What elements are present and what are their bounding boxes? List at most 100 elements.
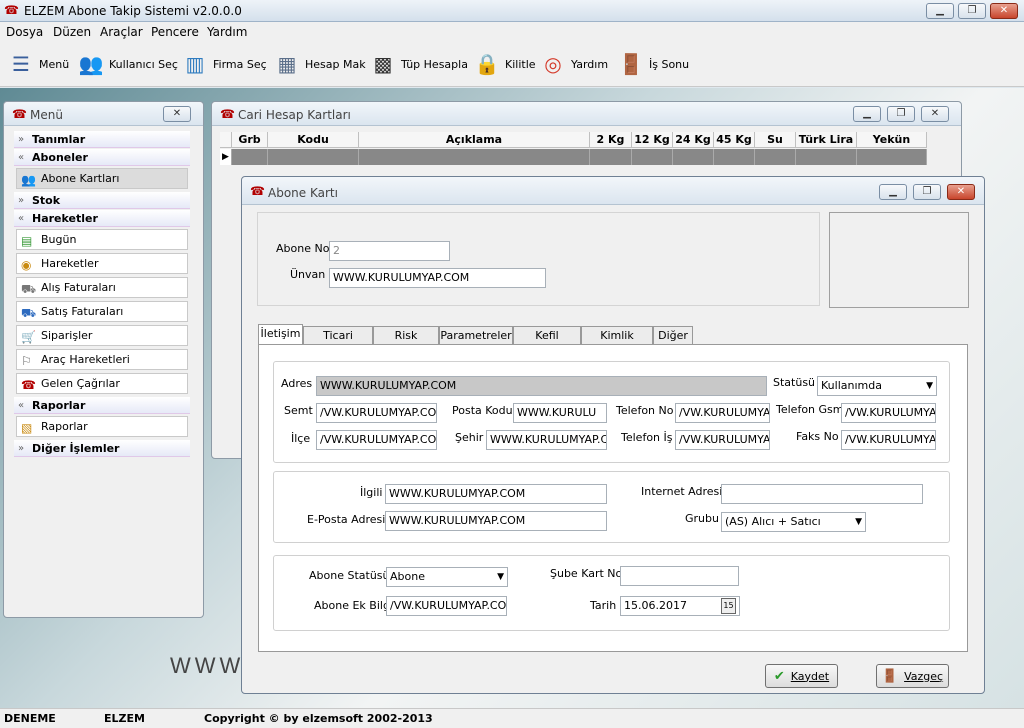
toolbar-menu-button[interactable]: ☰ Menü	[6, 47, 69, 81]
grubu-label: Grubu	[685, 512, 719, 525]
tab-kimlik-bilgileri[interactable]: Kimlik Bilgileri	[581, 326, 653, 359]
section-hareketler[interactable]: «Hareketler	[14, 210, 190, 227]
col-kodu[interactable]: Kodu	[268, 132, 359, 148]
toolbar-hesapmak-button[interactable]: ▦ Hesap Mak	[272, 47, 366, 81]
abone-statusu-select[interactable]: Abone ▼	[386, 567, 508, 587]
menu-item-arac-hareketleri[interactable]: ⚐ Araç Hareketleri	[16, 349, 188, 370]
exit-door-icon: 🚪	[881, 668, 899, 684]
abone-restore-button[interactable]: ❐	[913, 184, 941, 200]
menu-item-alis-faturalari[interactable]: ⛟ Alış Faturaları	[16, 277, 188, 298]
unvan-field[interactable]: WWW.KURULUMYAP.COM	[329, 268, 546, 288]
chart-icon: ▤	[21, 234, 33, 248]
eposta-field[interactable]: WWW.KURULUMYAP.COM	[385, 511, 607, 531]
telefon-gsm-field[interactable]: /VW.KURULUMYAP.	[841, 403, 936, 423]
tab-ticari-bilgiler[interactable]: Ticari Bilgiler	[303, 326, 373, 359]
posta-kodu-label: Posta Kodu	[452, 404, 513, 417]
tab-iletisim[interactable]: İletişim	[258, 324, 303, 345]
abone-dialog-title-bar: ☎ Abone Kartı ▁ ❐ ✕	[242, 177, 984, 205]
col-su[interactable]: Su	[755, 132, 796, 148]
tab-parametreler[interactable]: Parametreler	[439, 326, 513, 344]
col-2kg[interactable]: 2 Kg	[590, 132, 632, 148]
section-stok[interactable]: » Stok	[14, 192, 190, 209]
buildings-icon: ▥	[185, 52, 205, 76]
menu-item-siparisler[interactable]: 🛒 Siparişler	[16, 325, 188, 346]
toolbar-kullanici-button[interactable]: 👥 Kullanıcı Seç	[76, 47, 178, 81]
ilce-field[interactable]: /VW.KURULUMYAP.COM	[316, 430, 437, 450]
tab-diger[interactable]: Diğer	[653, 326, 693, 344]
toolbar-issonu-button[interactable]: 🚪 İş Sonu	[616, 47, 690, 81]
menu-item-hareketler[interactable]: ◉ Hareketler	[16, 253, 188, 274]
cari-minimize-button[interactable]: ▁	[853, 106, 881, 122]
toolbar-kilitle-button[interactable]: 🔒 Kilitle	[472, 47, 536, 81]
status-user: DENEME	[4, 712, 56, 725]
toolbar-yardim-button[interactable]: ◎ Yardım	[538, 47, 608, 81]
adres-field[interactable]: WWW.KURULUMYAP.COM	[316, 376, 767, 396]
grubu-select[interactable]: (AS) Alıcı + Satıcı ▼	[721, 512, 866, 532]
col-24kg[interactable]: 24 Kg	[673, 132, 714, 148]
minimize-button[interactable]: ▁	[926, 3, 954, 19]
cari-close-button[interactable]: ✕	[921, 106, 949, 122]
app-title: ELZEM Abone Takip Sistemi v2.0.0.0	[24, 4, 242, 18]
tarih-field[interactable]: 15.06.2017 15	[620, 596, 740, 616]
ilgili-field[interactable]: WWW.KURULUMYAP.COM	[385, 484, 607, 504]
abone-ek-bilgi-field[interactable]: /VW.KURULUMYAP.COM	[386, 596, 507, 616]
posta-kodu-field[interactable]: WWW.KURULU	[513, 403, 607, 423]
photo-box[interactable]	[829, 212, 969, 308]
section-diger-islemler[interactable]: » Diğer İşlemler	[14, 440, 190, 457]
statusu-select[interactable]: Kullanımda ▼	[817, 376, 937, 396]
semt-field[interactable]: /VW.KURULUMYAP.COM	[316, 403, 437, 423]
telefon-is-field[interactable]: /VW.KURULUMYAP.	[675, 430, 770, 450]
menu-item-abone-kartlari[interactable]: 👥 Abone Kartları	[16, 168, 188, 189]
menu-yardim[interactable]: Yardım	[207, 25, 247, 39]
section-raporlar[interactable]: «Raporlar	[14, 397, 190, 414]
col-grb[interactable]: Grb	[232, 132, 268, 148]
toolbar: ☰ Menü 👥 Kullanıcı Seç ▥ Firma Seç ▦ Hes…	[0, 41, 1024, 87]
toolbar-firma-button[interactable]: ▥ Firma Seç	[180, 47, 267, 81]
tab-risk-bilgileri[interactable]: Risk Bilgileri	[373, 326, 439, 359]
menu-bar: Dosya Düzen Araçlar Pencere Yardım	[0, 22, 1024, 41]
col-yekun[interactable]: Yekün	[857, 132, 927, 148]
unvan-label: Ünvan	[290, 268, 326, 281]
menu-dosya[interactable]: Dosya	[6, 25, 43, 39]
status-copyright: Copyright © by elzemsoft 2002-2013	[204, 712, 433, 725]
abone-no-field[interactable]: 2	[329, 241, 450, 261]
tab-kefil-bilgileri[interactable]: Kefil Bilgileri	[513, 326, 581, 359]
menu-araclar[interactable]: Araçlar	[100, 25, 143, 39]
col-turk-lira[interactable]: Türk Lira	[796, 132, 857, 148]
menu-panel-close-button[interactable]: ✕	[163, 106, 191, 122]
table-row[interactable]: ▶	[220, 149, 927, 165]
menu-item-satis-faturalari[interactable]: ⛟ Satış Faturaları	[16, 301, 188, 322]
menu-item-gelen-cagrilar[interactable]: ☎ Gelen Çağrılar	[16, 373, 188, 394]
section-aboneler[interactable]: «Aboneler	[14, 149, 190, 166]
menu-pencere[interactable]: Pencere	[151, 25, 199, 39]
col-aciklama[interactable]: Açıklama	[359, 132, 590, 148]
sehir-field[interactable]: WWW.KURULUMYAP.COM	[486, 430, 607, 450]
users-icon: 👥	[21, 173, 36, 187]
toolbar-tuphesapla-button[interactable]: ▩ Tüp Hesapla	[368, 47, 468, 81]
chevron-down-icon: «	[18, 400, 25, 411]
abone-close-button[interactable]: ✕	[947, 184, 975, 200]
kaydet-button[interactable]: ✔ Kaydet	[765, 664, 838, 688]
menu-item-bugun[interactable]: ▤ Bugün	[16, 229, 188, 250]
cari-restore-button[interactable]: ❐	[887, 106, 915, 122]
exit-door-icon: 🚪	[618, 52, 644, 76]
section-tanimlar[interactable]: » Tanımlar	[14, 131, 190, 148]
calendar-icon[interactable]: 15	[721, 598, 736, 614]
contact-groupbox	[273, 471, 950, 543]
restore-button[interactable]: ❐	[958, 3, 986, 19]
report-icon: ▧	[21, 421, 33, 435]
abone-minimize-button[interactable]: ▁	[879, 184, 907, 200]
internet-adresi-field[interactable]	[721, 484, 923, 504]
col-45kg[interactable]: 45 Kg	[714, 132, 755, 148]
telefon-no-field[interactable]: /VW.KURULUMYAP.	[675, 403, 770, 423]
col-12kg[interactable]: 12 Kg	[632, 132, 673, 148]
vazgec-button[interactable]: 🚪 Vazgeç	[876, 664, 949, 688]
sube-kart-no-field[interactable]	[620, 566, 739, 586]
faks-no-field[interactable]: /VW.KURULUMYAP.	[841, 430, 936, 450]
users-icon: 👥	[78, 52, 104, 76]
ilce-label: İlçe	[291, 432, 311, 445]
close-button[interactable]: ✕	[990, 3, 1018, 19]
truck-icon: ⛟	[21, 306, 37, 320]
menu-duzen[interactable]: Düzen	[53, 25, 91, 39]
menu-item-raporlar[interactable]: ▧ Raporlar	[16, 416, 188, 437]
